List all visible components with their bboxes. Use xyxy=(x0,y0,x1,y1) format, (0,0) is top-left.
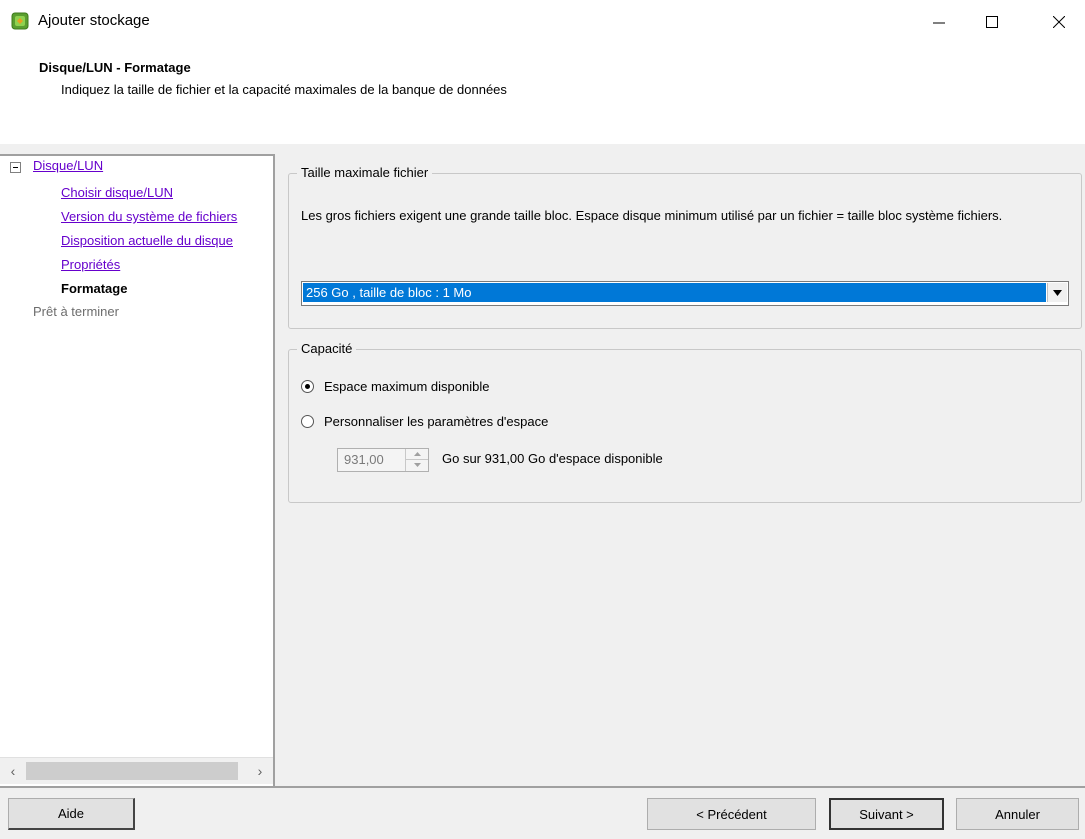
capacity-value: 931,00 xyxy=(344,452,384,467)
file-size-group-label: Taille maximale fichier xyxy=(297,165,433,180)
radio-custom-space-label: Personnaliser les paramètres d'espace xyxy=(324,414,549,429)
collapse-icon[interactable] xyxy=(10,162,21,173)
nav-item-disposition[interactable]: Disposition actuelle du disque xyxy=(61,233,233,248)
radio-custom-space-indicator[interactable] xyxy=(301,415,314,428)
nav-item-pret: Prêt à terminer xyxy=(33,304,119,319)
nav-item-proprietes[interactable]: Propriétés xyxy=(61,257,120,272)
cancel-button[interactable]: Annuler xyxy=(956,798,1079,830)
radio-custom-space[interactable]: Personnaliser les paramètres d'espace xyxy=(301,414,548,429)
close-button[interactable] xyxy=(1036,0,1082,44)
page-title: Disque/LUN - Formatage xyxy=(39,60,191,75)
nav-item-disque-lun[interactable]: Disque/LUN xyxy=(33,158,103,173)
file-size-description: Les gros fichiers exigent une grande tai… xyxy=(301,208,1003,223)
radio-max-space-label: Espace maximum disponible xyxy=(324,379,490,394)
block-size-dropdown[interactable]: 256 Go , taille de bloc : 1 Mo xyxy=(301,281,1069,306)
dropdown-arrow-button[interactable] xyxy=(1047,283,1067,302)
nav-item-version-fs[interactable]: Version du système de fichiers xyxy=(61,209,237,224)
maximize-button[interactable] xyxy=(969,0,1015,44)
panel-divider xyxy=(273,154,275,786)
window-title: Ajouter stockage xyxy=(38,12,150,29)
close-icon xyxy=(1053,16,1065,28)
app-icon xyxy=(11,12,29,30)
radio-max-space[interactable]: Espace maximum disponible xyxy=(301,379,489,394)
maximize-icon xyxy=(986,16,998,28)
scroll-thumb[interactable] xyxy=(26,762,238,780)
wizard-header: Disque/LUN - Formatage Indiquez la taill… xyxy=(0,44,1085,144)
radio-max-space-indicator[interactable] xyxy=(301,380,314,393)
stepper-up-icon[interactable] xyxy=(406,449,428,460)
title-bar: Ajouter stockage xyxy=(0,0,1085,44)
back-button[interactable]: < Précédent xyxy=(647,798,816,830)
capacity-group-label: Capacité xyxy=(297,341,357,356)
help-button[interactable]: Aide xyxy=(8,798,135,830)
nav-item-choisir-disque[interactable]: Choisir disque/LUN xyxy=(61,185,173,200)
stepper-buttons[interactable] xyxy=(405,449,428,471)
capacity-suffix: Go sur 931,00 Go d'espace disponible xyxy=(442,451,663,466)
minimize-icon xyxy=(933,22,945,24)
chevron-down-icon xyxy=(1053,289,1062,296)
capacity-group: Capacité Espace maximum disponible Perso… xyxy=(288,341,1082,503)
file-size-group: Taille maximale fichier Les gros fichier… xyxy=(288,165,1082,329)
block-size-selected: 256 Go , taille de bloc : 1 Mo xyxy=(303,283,1046,302)
stepper-down-icon[interactable] xyxy=(406,460,428,470)
nav-horizontal-scrollbar[interactable]: ‹ › xyxy=(0,757,273,784)
footer-divider xyxy=(0,786,1085,788)
minimize-button[interactable] xyxy=(916,0,962,44)
scroll-right-icon[interactable]: › xyxy=(247,758,273,784)
capacity-stepper[interactable]: 931,00 xyxy=(337,448,429,472)
next-button[interactable]: Suivant > xyxy=(829,798,944,830)
scroll-left-icon[interactable]: ‹ xyxy=(0,758,26,784)
page-subtitle: Indiquez la taille de fichier et la capa… xyxy=(61,82,507,97)
wizard-steps-tree: Disque/LUN Choisir disque/LUN Version du… xyxy=(0,154,273,788)
nav-item-formatage: Formatage xyxy=(61,281,128,296)
